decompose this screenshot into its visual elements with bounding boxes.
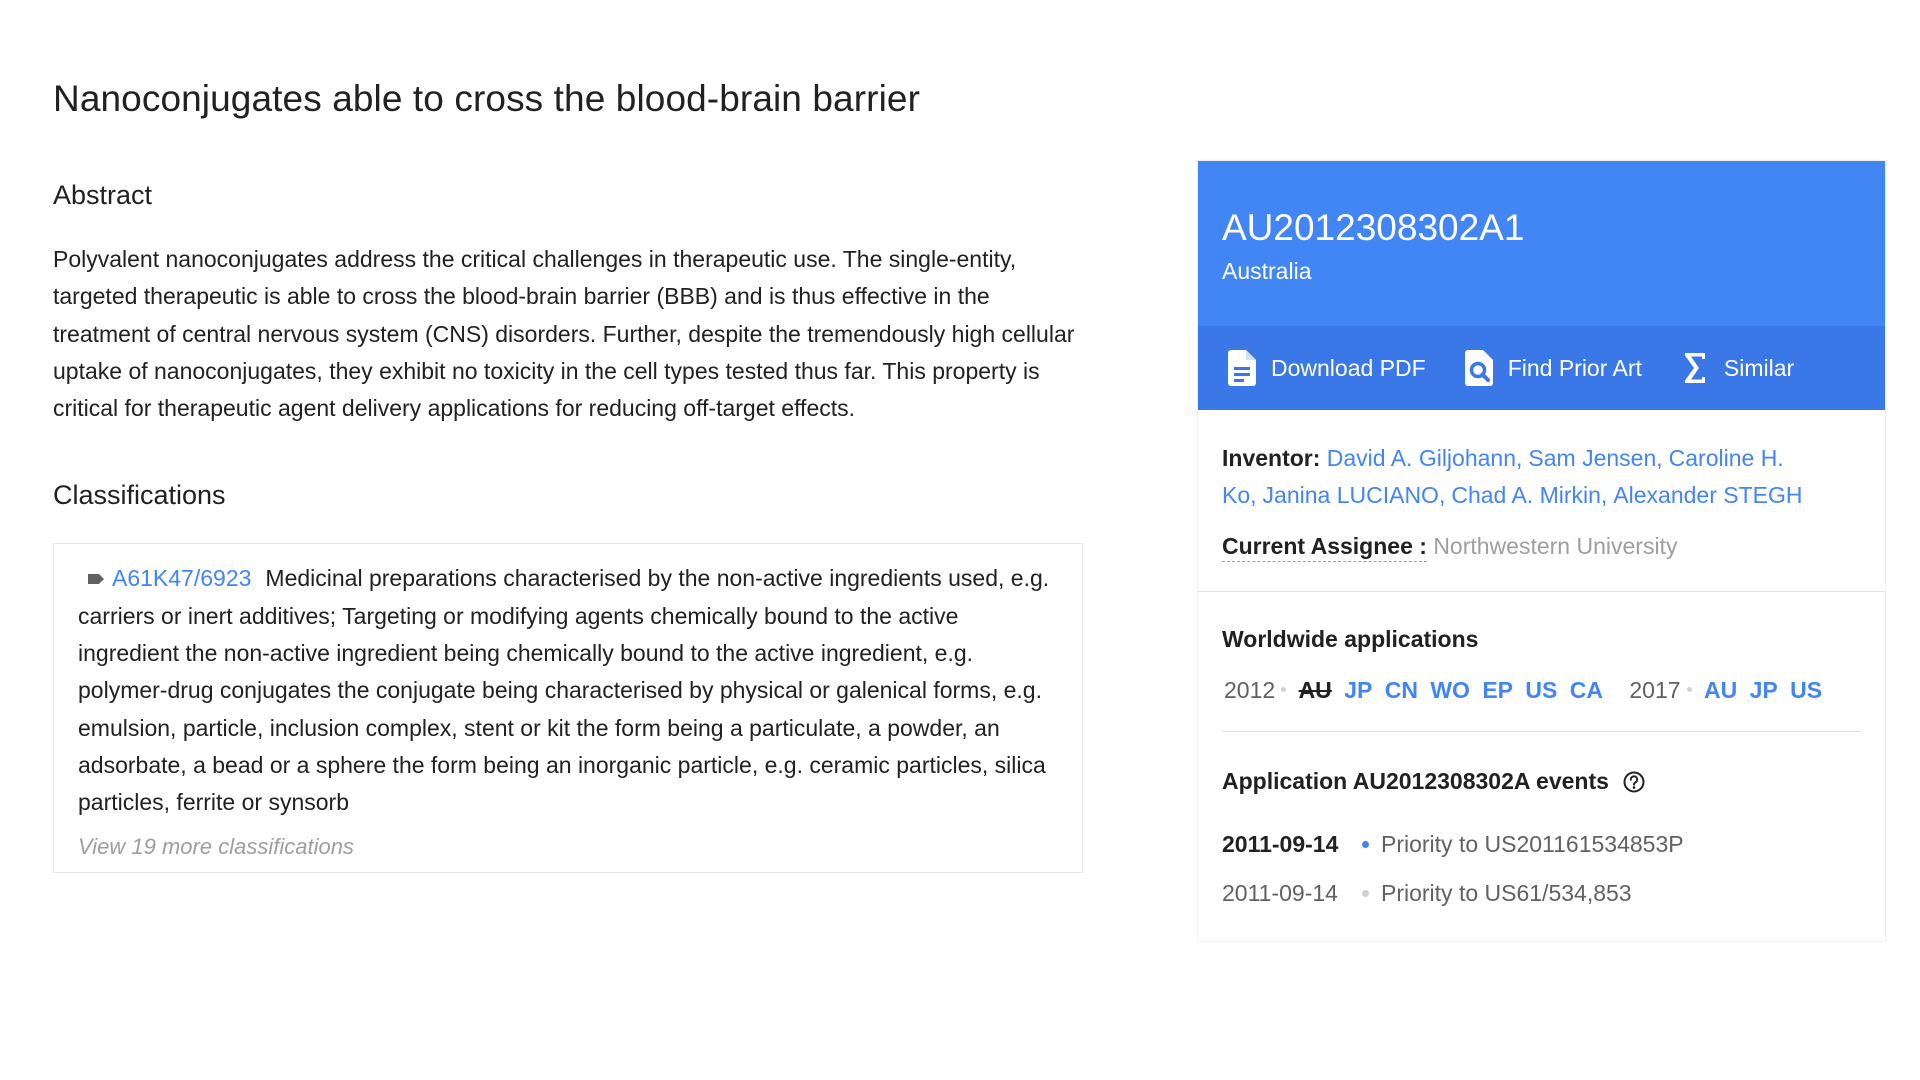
publication-number: AU2012308302A1 — [1222, 207, 1525, 248]
classification-description: Medicinal preparations characterised by … — [78, 565, 1050, 816]
page-title: Nanoconjugates able to cross the blood-b… — [53, 78, 920, 119]
classification-entry: A61K47/6923 Medicinal preparations charac… — [78, 560, 1058, 821]
worldwide-applications-row: 2012 AU JP CN WO EP US CA 2017 AU JP US — [1222, 677, 1861, 732]
country-link[interactable]: WO — [1430, 677, 1470, 703]
country-link[interactable]: JP — [1750, 677, 1778, 703]
event-row: 2011-09-14 Priority to US61/534,853 — [1222, 880, 1861, 907]
people-section: Inventor: David A. Giljohann, Sam Jensen,… — [1198, 410, 1885, 592]
patent-page: Nanoconjugates able to cross the blood-b… — [0, 0, 1920, 1080]
classifications-heading: Classifications — [53, 480, 226, 511]
inventor-line: Inventor: David A. Giljohann, Sam Jensen,… — [1222, 445, 1803, 508]
tag-icon — [88, 574, 104, 585]
inventor-link[interactable]: David A. Giljohann — [1327, 445, 1516, 471]
assignee-label: Current Assignee : — [1222, 533, 1427, 562]
worldwide-section: Worldwide applications 2012 AU JP CN WO … — [1198, 592, 1885, 907]
event-marker — [1362, 890, 1369, 897]
view-more-classifications-link[interactable]: View 19 more classifications — [78, 834, 1058, 860]
pdf-file-icon — [1225, 349, 1259, 387]
find-prior-art-label: Find Prior Art — [1507, 354, 1642, 381]
help-circle-icon[interactable] — [1623, 771, 1645, 793]
application-year: 2012 — [1224, 677, 1276, 703]
inventor-link[interactable]: Alexander STEGH — [1613, 482, 1802, 508]
event-date: 2011-09-14 — [1222, 831, 1339, 857]
assignee-value: Northwestern University — [1433, 533, 1678, 559]
inventor-link[interactable]: Sam Jensen — [1528, 445, 1656, 471]
abstract-text: Polyvalent nanoconjugates address the cr… — [53, 246, 1075, 422]
event-marker — [1362, 841, 1369, 848]
event-description: Priority to US61/534,853 — [1381, 880, 1632, 906]
download-pdf-button[interactable]: Download PDF — [1225, 349, 1426, 387]
event-description: Priority to US201161534853P — [1381, 831, 1684, 857]
download-pdf-label: Download PDF — [1271, 354, 1426, 381]
inventor-link[interactable]: Chad A. Mirkin — [1451, 482, 1601, 508]
event-row: 2011-09-14 Priority to US201161534853P — [1222, 831, 1861, 858]
assignee-line: Current Assignee : Northwestern Universi… — [1222, 528, 1861, 565]
country-link[interactable]: JP — [1344, 677, 1372, 703]
country-link[interactable]: CN — [1385, 677, 1418, 703]
country-link[interactable]: EP — [1482, 677, 1513, 703]
similar-label: Similar — [1723, 354, 1795, 381]
application-year: 2017 — [1629, 677, 1681, 703]
publication-card: AU2012308302A1 Australia Download PDF Fi… — [1198, 161, 1885, 941]
country-link[interactable]: CA — [1570, 677, 1603, 703]
sigma-icon — [1678, 349, 1712, 387]
abstract-heading: Abstract — [53, 180, 153, 210]
card-header: AU2012308302A1 Australia — [1198, 161, 1885, 326]
country-link[interactable]: US — [1790, 677, 1822, 703]
classification-code-link[interactable]: A61K47/6923 — [112, 565, 251, 591]
similar-button[interactable]: Similar — [1678, 349, 1794, 387]
worldwide-heading: Worldwide applications — [1222, 626, 1479, 652]
left-column: Abstract Polyvalent nanoconjugates addre… — [53, 170, 1083, 873]
card-actions-bar: Download PDF Find Prior Art Similar — [1198, 326, 1885, 410]
inventor-link[interactable]: Janina LUCIANO — [1263, 482, 1439, 508]
events-header: Application AU2012308302A events — [1222, 768, 1861, 795]
find-prior-art-button[interactable]: Find Prior Art — [1462, 349, 1642, 387]
search-document-icon — [1462, 349, 1496, 387]
inventor-label: Inventor: — [1222, 445, 1321, 471]
event-date: 2011-09-14 — [1222, 880, 1338, 906]
classifications-box: A61K47/6923 Medicinal preparations charac… — [53, 543, 1083, 873]
country-link[interactable]: US — [1525, 677, 1557, 703]
publication-country: Australia — [1222, 258, 1312, 284]
country-current: AU — [1298, 677, 1332, 703]
country-link[interactable]: AU — [1704, 677, 1737, 703]
events-heading: Application AU2012308302A events — [1222, 768, 1609, 794]
